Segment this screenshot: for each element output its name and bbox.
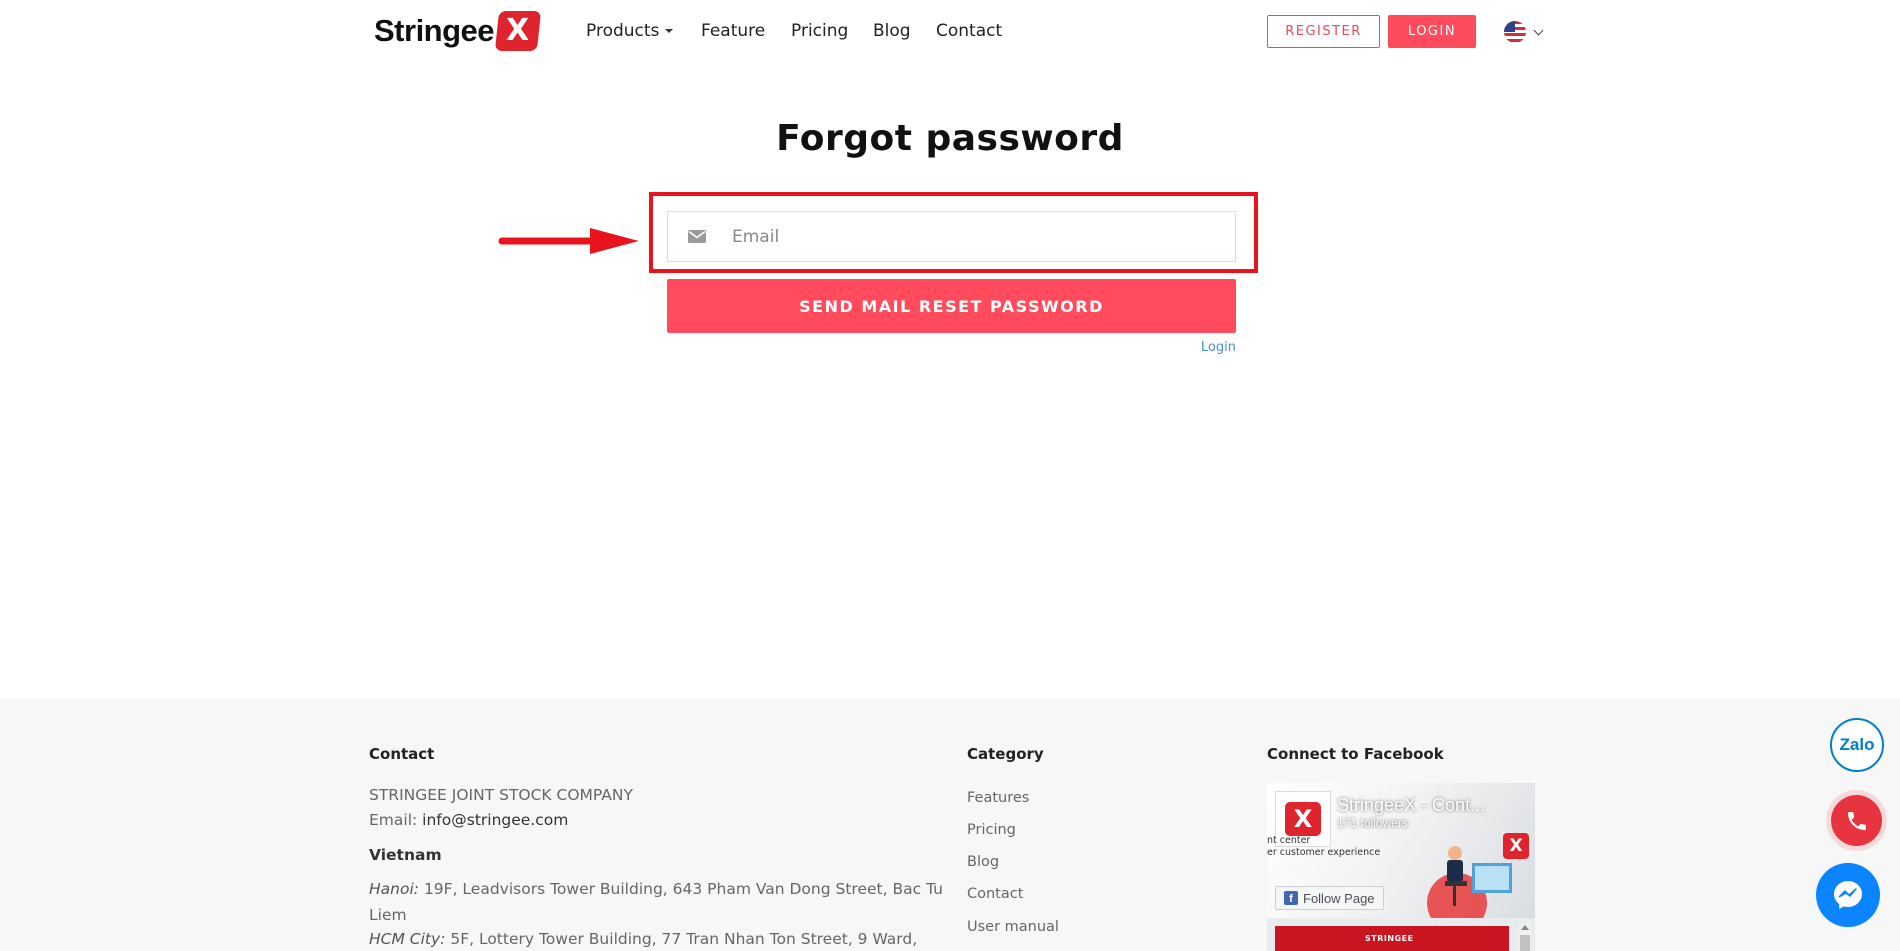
annotation-arrow-icon (498, 228, 639, 254)
login-link[interactable]: Login (1180, 340, 1236, 355)
us-flag-icon (1504, 21, 1526, 43)
hanoi-address-cont: Liem (369, 906, 407, 924)
login-button[interactable]: LOGIN (1388, 15, 1476, 48)
zalo-chat-button[interactable]: Zalo (1830, 718, 1884, 772)
scroll-thumb[interactable] (1520, 935, 1530, 951)
company-name: STRINGEE JOINT STOCK COMPANY (369, 786, 633, 804)
nav-blog[interactable]: Blog (873, 21, 911, 41)
send-reset-button[interactable]: SEND MAIL RESET PASSWORD (667, 279, 1236, 333)
cover-tagline-1: nt center (1267, 835, 1311, 846)
stringee-x-icon: X (1285, 802, 1321, 836)
facebook-post-preview: STRINGEE (1275, 926, 1509, 951)
site-header: Stringee X Products Feature Pricing Blog… (0, 0, 1900, 64)
email-field[interactable] (667, 211, 1236, 262)
messenger-chat-button[interactable] (1816, 863, 1880, 927)
nav-contact[interactable]: Contact (936, 21, 1002, 41)
logo-text: Stringee (374, 13, 495, 48)
footer-link-blog[interactable]: Blog (967, 854, 999, 870)
hanoi-address: Hanoi: 19F, Leadvisors Tower Building, 6… (369, 880, 943, 898)
chevron-down-icon (1533, 25, 1544, 35)
follow-page-button[interactable]: f Follow Page (1275, 886, 1384, 910)
email-link[interactable]: info@stringee.com (422, 811, 568, 829)
footer-category-heading: Category (967, 745, 1044, 763)
logo-x-mark: X (494, 11, 542, 51)
cover-x-icon: X (1503, 833, 1529, 859)
email-input[interactable] (732, 212, 1235, 261)
caret-down-icon (665, 29, 674, 33)
hcm-address: HCM City: 5F, Lottery Tower Building, 77… (369, 930, 918, 948)
footer-contact-heading: Contact (369, 745, 435, 763)
facebook-widget-scrollbar[interactable] (1519, 923, 1531, 951)
facebook-page-name[interactable]: StringeeX - Cont... (1337, 795, 1485, 816)
scroll-up-icon (1521, 925, 1529, 930)
region-heading: Vietnam (369, 846, 442, 864)
nav-products[interactable]: Products (586, 21, 674, 41)
messenger-icon (1834, 881, 1862, 909)
call-button[interactable] (1831, 795, 1882, 846)
phone-icon (1847, 811, 1866, 830)
footer-link-contact[interactable]: Contact (967, 886, 1023, 902)
facebook-icon: f (1284, 891, 1298, 905)
footer-link-pricing[interactable]: Pricing (967, 822, 1016, 838)
footer-email: Email: info@stringee.com (369, 811, 569, 829)
nav-feature[interactable]: Feature (701, 21, 765, 41)
language-selector[interactable] (1504, 21, 1544, 43)
facebook-page-widget[interactable]: X StringeeX - Cont... 171 followers nt c… (1267, 783, 1535, 951)
site-footer (0, 699, 1900, 951)
register-button[interactable]: REGISTER (1267, 15, 1380, 48)
footer-facebook-heading: Connect to Facebook (1267, 745, 1444, 763)
facebook-followers: 171 followers (1337, 816, 1408, 830)
page-title: Forgot password (776, 118, 1124, 159)
cover-tagline-2: er customer experience (1267, 847, 1381, 858)
footer-link-features[interactable]: Features (967, 790, 1029, 806)
nav-pricing[interactable]: Pricing (791, 21, 848, 41)
envelope-icon (688, 230, 706, 243)
footer-link-user-manual[interactable]: User manual (967, 919, 1059, 935)
stringee-logo[interactable]: Stringee X (374, 10, 542, 52)
